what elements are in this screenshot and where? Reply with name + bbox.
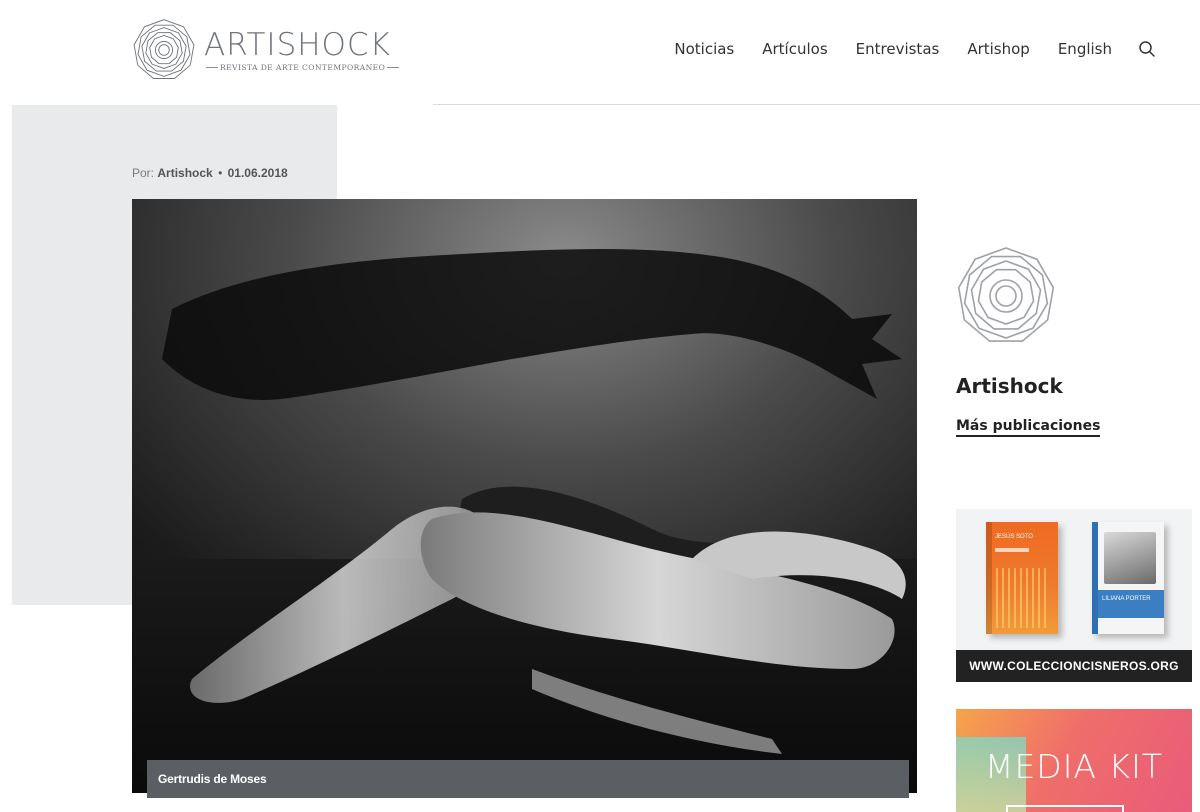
byline-date: 01.06.2018 [227, 166, 288, 180]
book-title: JESÚS SOTO [995, 534, 1033, 540]
ad-button-outline [1006, 805, 1124, 812]
author-avatar[interactable] [956, 246, 1056, 346]
byline-separator: • [218, 166, 223, 180]
article-byline: Por: Artishock • 01.06.2018 [132, 166, 288, 180]
header-divider [433, 104, 1200, 105]
nav-item-noticias[interactable]: Noticias [674, 39, 734, 59]
logo-divider [387, 66, 400, 68]
search-icon[interactable] [1138, 40, 1156, 58]
logo-mark-icon [133, 19, 195, 79]
photo-caption: Gertrudis de Moses [158, 772, 267, 786]
logo-divider [206, 66, 218, 68]
byline-author-link[interactable]: Artishock [157, 166, 212, 180]
nav-item-articulos[interactable]: Artículos [762, 39, 827, 59]
book-cover-image: LILIANA PORTER [1092, 522, 1164, 634]
ad-title: MEDIA KIT [984, 747, 1164, 786]
ad-url: WWW.COLECCIONCISNEROS.ORG [969, 659, 1179, 673]
logo-title: ARTISHOCK [204, 26, 391, 63]
book-cover-image: JESÚS SOTO [986, 522, 1058, 634]
nav-item-english[interactable]: English [1058, 39, 1112, 59]
ad-coleccion-cisneros[interactable]: JESÚS SOTO LILIANA PORTER WWW.COLECCIONC… [956, 509, 1192, 682]
author-name: Artishock [956, 374, 1063, 398]
photo-caption-bar: Gertrudis de Moses [147, 760, 909, 798]
portrait-image [1104, 532, 1156, 584]
ad-media-kit[interactable]: MEDIA KIT [956, 709, 1192, 812]
more-publications-link[interactable]: Más publicaciones [956, 418, 1101, 437]
nav-item-artishop[interactable]: Artishop [967, 39, 1030, 59]
nav-item-entrevistas[interactable]: Entrevistas [856, 39, 940, 59]
byline-prefix: Por: [132, 166, 155, 180]
logo-subtitle: REVISTA DE ARTE CONTEMPORANEO [220, 62, 386, 72]
article-featured-photo [132, 199, 917, 793]
book-title: LILIANA PORTER [1102, 596, 1151, 602]
main-nav: Noticias Artículos Entrevistas Artishop … [674, 39, 1156, 59]
site-logo[interactable]: ARTISHOCK REVISTA DE ARTE CONTEMPORANEO [131, 17, 401, 83]
site-header: ARTISHOCK REVISTA DE ARTE CONTEMPORANEO … [0, 0, 1200, 105]
